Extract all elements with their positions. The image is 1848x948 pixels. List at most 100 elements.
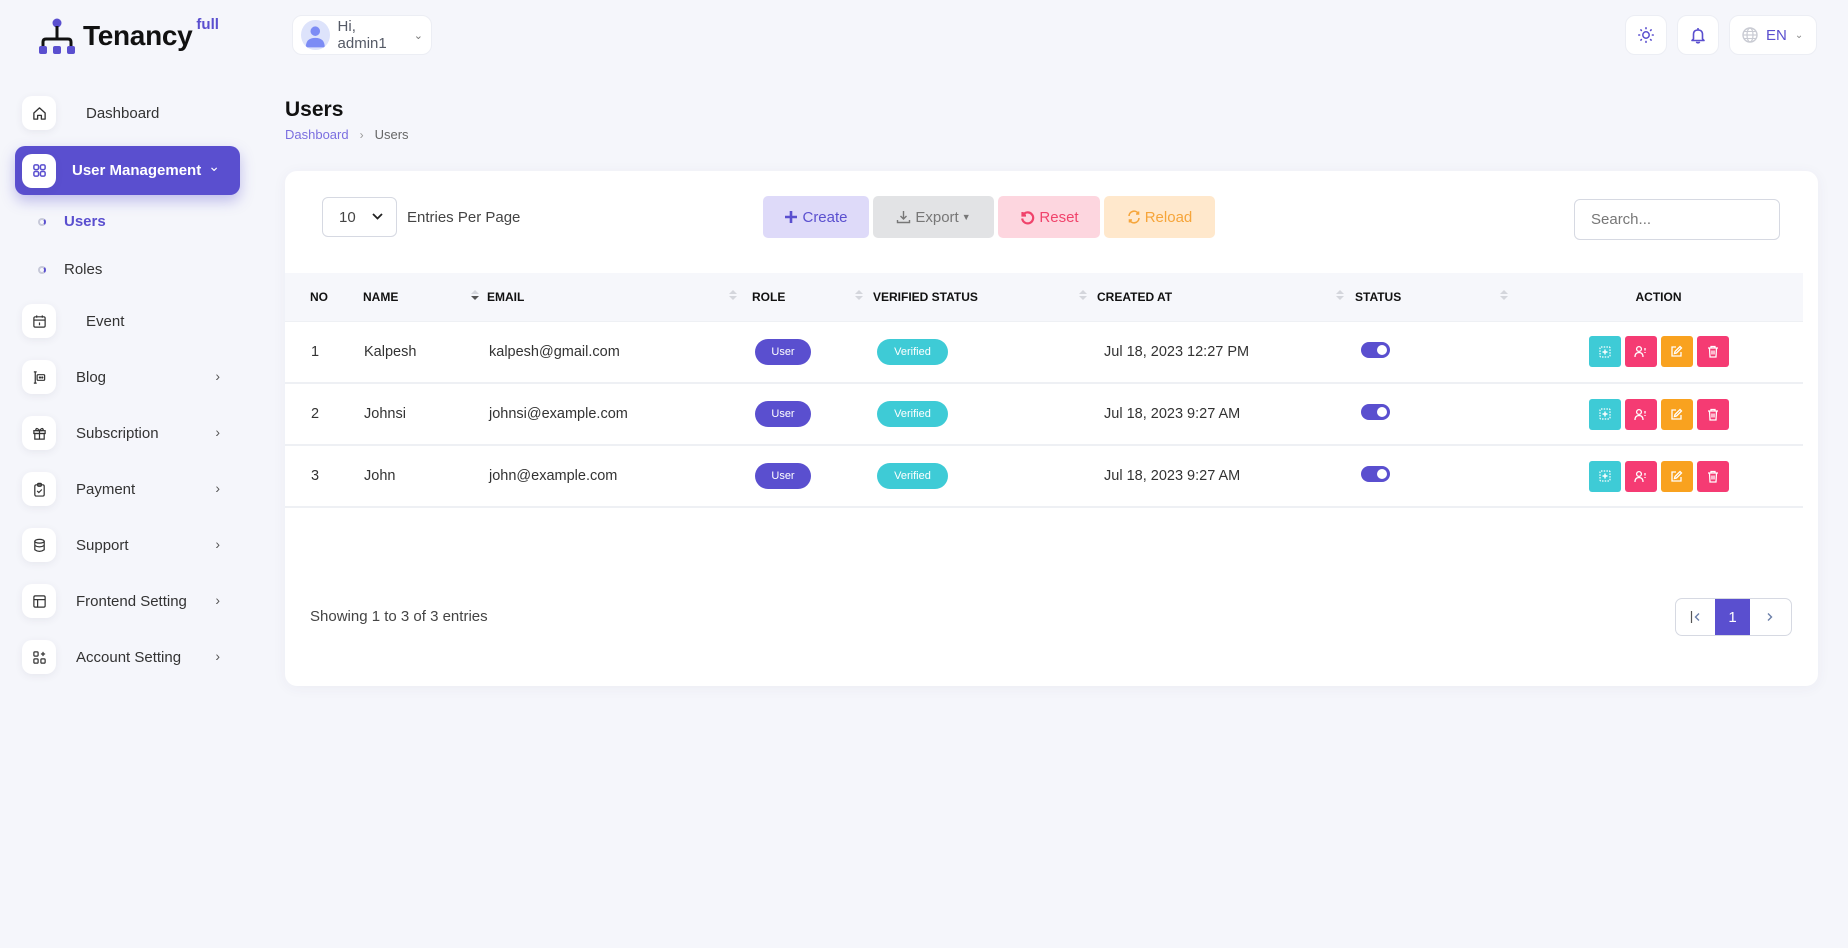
- user-permission-icon: [1634, 345, 1647, 358]
- column-header-no[interactable]: NO: [285, 273, 362, 321]
- column-header-name[interactable]: NAME: [362, 273, 485, 321]
- sidebar-item-blog[interactable]: Blog ›: [22, 354, 240, 400]
- delete-icon: [1707, 470, 1719, 483]
- chevron-down-icon: [372, 211, 383, 223]
- permissions-button[interactable]: [1624, 336, 1657, 368]
- user-avatar-icon: [305, 26, 325, 48]
- chevron-right-icon: ›: [215, 424, 220, 440]
- delete-button[interactable]: [1696, 460, 1729, 492]
- table-row: 2 Johnsi johnsi@example.com User Verified Jul…: [285, 383, 1803, 445]
- create-label: Create: [802, 208, 848, 226]
- notifications-button[interactable]: [1677, 15, 1719, 55]
- chevron-down-icon: ⌄: [413, 29, 423, 42]
- create-button[interactable]: Create: [763, 196, 869, 238]
- delete-button[interactable]: [1696, 398, 1729, 430]
- column-header-role[interactable]: ROLE: [743, 273, 869, 321]
- breadcrumb-dashboard-link[interactable]: Dashboard: [285, 127, 349, 142]
- sidebar-item-label: Account Setting: [76, 648, 182, 666]
- sidebar-item-frontend-setting[interactable]: Frontend Setting ›: [22, 578, 240, 624]
- status-toggle[interactable]: [1361, 341, 1390, 358]
- verified-badge: Verified: [877, 401, 948, 427]
- edit-button[interactable]: [1660, 460, 1693, 492]
- sidebar-item-user-management[interactable]: User Management ⌄: [15, 146, 240, 195]
- permissions-button[interactable]: [1624, 398, 1657, 430]
- sidebar-subitem-roles[interactable]: Roles: [38, 261, 102, 278]
- pagination: 1: [1675, 598, 1792, 636]
- view-icon: [1598, 470, 1611, 482]
- bell-icon: [1691, 27, 1705, 44]
- tenancy-logo-icon: [39, 18, 75, 54]
- cell-no: 2: [311, 406, 320, 422]
- sidebar-item-label: Event: [86, 312, 125, 330]
- reset-button[interactable]: Reset: [998, 196, 1100, 238]
- breadcrumb-current: Users: [374, 127, 409, 142]
- user-permission-icon: [1634, 470, 1647, 483]
- sidebar-subitem-users[interactable]: Users: [38, 213, 106, 230]
- sidebar-item-subscription[interactable]: Subscription ›: [22, 410, 240, 456]
- sidebar-item-payment[interactable]: Payment ›: [22, 466, 240, 512]
- showing-entries-text: Showing 1 to 3 of 3 entries: [310, 608, 488, 625]
- apps-add-icon: [22, 640, 56, 674]
- grid-icon: [22, 153, 56, 188]
- sidebar-item-dashboard[interactable]: Dashboard: [22, 90, 240, 136]
- users-table-card: 10 Entries Per Page Create Export ▼ Rese…: [285, 171, 1818, 686]
- pagination-prev-button[interactable]: [1676, 599, 1715, 635]
- chevron-right-icon: [1767, 613, 1772, 621]
- chevron-left-icon: [1690, 611, 1699, 623]
- sidebar-item-event[interactable]: Event: [22, 298, 240, 344]
- sidebar-item-label: Blog: [76, 368, 107, 386]
- column-header-verified-status[interactable]: VERIFIED STATUS: [869, 273, 1093, 321]
- theme-toggle-button[interactable]: [1625, 15, 1667, 55]
- blog-icon: [22, 360, 56, 394]
- view-button[interactable]: [1588, 398, 1621, 430]
- status-toggle[interactable]: [1361, 466, 1390, 482]
- delete-icon: [1707, 408, 1719, 421]
- sidebar-subitem-label: Users: [64, 213, 106, 230]
- cell-email: kalpesh@gmail.com: [489, 343, 620, 360]
- page-title: Users: [285, 98, 344, 121]
- edit-icon: [1670, 470, 1683, 483]
- column-header-email[interactable]: EMAIL: [485, 273, 743, 321]
- chevron-right-icon: ›: [215, 480, 220, 496]
- reset-label: Reset: [1039, 208, 1079, 226]
- table-header-row: NO NAME EMAIL ROLE VERIFIED STATUS CREAT…: [285, 273, 1803, 321]
- delete-button[interactable]: [1696, 336, 1729, 368]
- pagination-page-1[interactable]: 1: [1715, 599, 1750, 635]
- reload-button[interactable]: Reload: [1104, 196, 1215, 238]
- role-badge: User: [755, 463, 811, 489]
- edit-icon: [1670, 408, 1683, 421]
- view-button[interactable]: [1588, 336, 1621, 368]
- cell-created-at: Jul 18, 2023 9:27 AM: [1104, 468, 1241, 484]
- breadcrumb: Dashboard › Users: [285, 127, 409, 142]
- chevron-down-icon: ⌄: [1794, 29, 1804, 41]
- brand-logo[interactable]: Tenancy full: [37, 16, 219, 56]
- status-toggle[interactable]: [1361, 404, 1390, 420]
- permissions-button[interactable]: [1624, 460, 1657, 492]
- view-button[interactable]: [1588, 460, 1621, 492]
- column-header-created-at[interactable]: CREATED AT: [1093, 273, 1350, 321]
- cell-email: john@example.com: [489, 468, 618, 484]
- language-selector[interactable]: EN ⌄: [1729, 15, 1817, 55]
- search-input[interactable]: [1574, 199, 1780, 240]
- export-button[interactable]: Export ▼: [873, 196, 994, 238]
- column-header-status[interactable]: STATUS: [1350, 273, 1514, 321]
- sidebar-item-account-setting[interactable]: Account Setting ›: [22, 634, 240, 680]
- pagination-next-button[interactable]: [1750, 599, 1789, 635]
- view-icon: [1598, 346, 1611, 358]
- sidebar-item-support[interactable]: Support ›: [22, 522, 240, 568]
- edit-button[interactable]: [1660, 398, 1693, 430]
- download-icon: [896, 210, 911, 224]
- user-menu[interactable]: Hi, admin1 ⌄: [292, 15, 432, 55]
- sidebar-item-label: Dashboard: [86, 104, 160, 122]
- table-row: 3 John john@example.com User Verified Jul 18,…: [285, 445, 1803, 507]
- home-icon: [22, 96, 56, 130]
- edit-button[interactable]: [1660, 336, 1693, 368]
- entries-per-page: 10 Entries Per Page: [322, 197, 520, 237]
- gift-icon: [22, 416, 56, 450]
- entries-per-page-select[interactable]: 10: [322, 197, 397, 237]
- chevron-right-icon: ›: [215, 536, 220, 552]
- sidebar-subitem-label: Roles: [64, 261, 103, 278]
- chevron-down-icon: ⌄: [208, 158, 220, 174]
- chevron-right-icon: ›: [215, 648, 220, 664]
- user-greeting: Hi, admin1: [337, 18, 387, 52]
